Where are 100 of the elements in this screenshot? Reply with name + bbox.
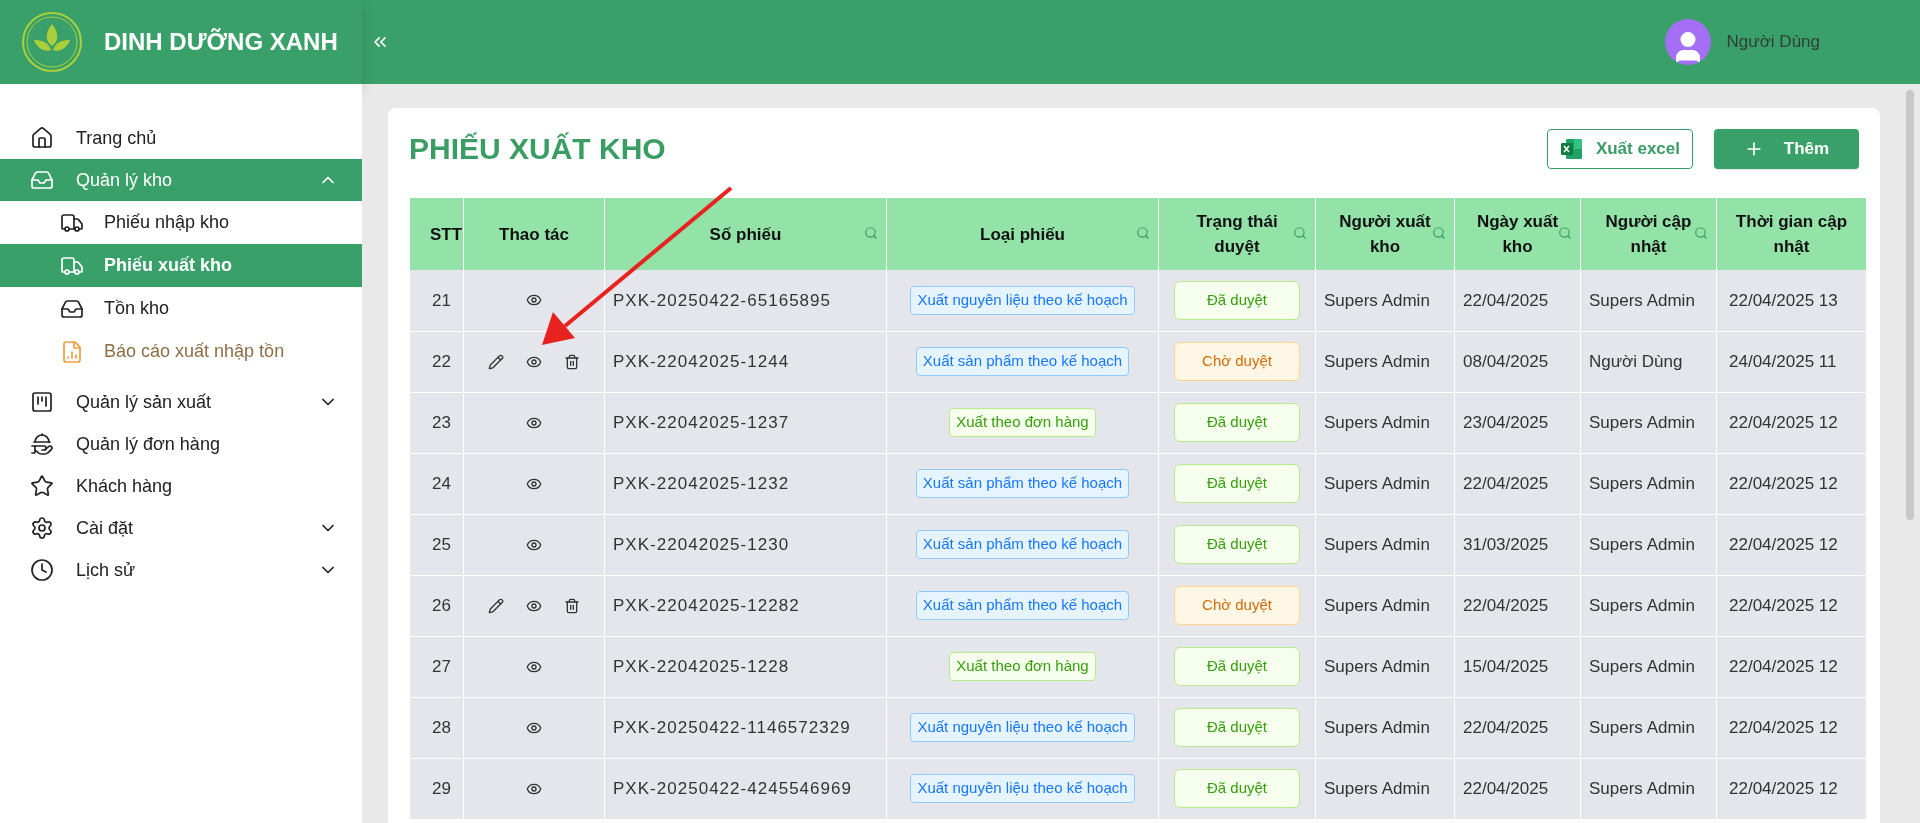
table-cell: 27 bbox=[409, 636, 464, 697]
table-cell: 22/04/2025 12 bbox=[1716, 697, 1867, 758]
status-tag: Đã duyệt bbox=[1174, 525, 1300, 564]
table-cell: 22/04/2025 12 bbox=[1716, 514, 1867, 575]
sidebar-item[interactable]: Quản lý đơn hàng bbox=[0, 423, 362, 465]
table-cell: 22/04/2025 12 bbox=[1716, 758, 1867, 819]
table-cell: 08/04/2025 bbox=[1454, 331, 1581, 392]
type-tag: Xuất nguyên liệu theo kế hoạch bbox=[910, 774, 1135, 803]
star-icon bbox=[30, 474, 54, 498]
settings-icon bbox=[30, 516, 54, 540]
status-tag: Đã duyệt bbox=[1174, 403, 1300, 442]
brand-name: DINH DƯỠNG XANH bbox=[104, 27, 338, 57]
type-tag: Xuất nguyên liệu theo kế hoạch bbox=[910, 713, 1135, 742]
type-tag: Xuất sản phẩm theo kế hoạch bbox=[915, 530, 1130, 559]
table-cell: Supers Admin bbox=[1580, 697, 1717, 758]
sidebar-subitem[interactable]: Tồn kho bbox=[0, 287, 362, 330]
table-cell: Supers Admin bbox=[1315, 270, 1455, 331]
sidebar-item[interactable]: Lịch sử bbox=[0, 549, 362, 591]
table-cell: 22/04/2025 bbox=[1454, 270, 1581, 331]
table-cell: PXK-20250422-1146572329 bbox=[604, 697, 887, 758]
sidebar-item[interactable]: Khách hàng bbox=[0, 465, 362, 507]
table-cell: 23/04/2025 bbox=[1454, 392, 1581, 453]
table-cell: Supers Admin bbox=[1315, 331, 1455, 392]
table-cell: 24/04/2025 11 bbox=[1716, 331, 1867, 392]
status-tag: Chờ duyệt bbox=[1174, 342, 1300, 381]
type-tag: Xuất sản phẩm theo kế hoạch bbox=[915, 469, 1130, 498]
sidebar-subitem[interactable]: Phiếu nhập kho bbox=[0, 201, 362, 244]
table-cell: Supers Admin bbox=[1580, 270, 1717, 331]
type-tag: Xuất theo đơn hàng bbox=[949, 652, 1096, 681]
table-cell: Supers Admin bbox=[1315, 392, 1455, 453]
table-cell: Supers Admin bbox=[1315, 575, 1455, 636]
table-cell: Supers Admin bbox=[1315, 758, 1455, 819]
type-tag: Xuất sản phẩm theo kế hoạch bbox=[915, 591, 1130, 620]
delete-icon[interactable] bbox=[564, 597, 580, 614]
edit-icon[interactable] bbox=[488, 597, 504, 614]
table-cell: 22/04/2025 bbox=[1454, 575, 1581, 636]
delete-icon[interactable] bbox=[564, 353, 580, 370]
user-avatar[interactable] bbox=[1664, 19, 1711, 65]
table-cell: 23 bbox=[409, 392, 464, 453]
type-tag: Xuất nguyên liệu theo kế hoạch bbox=[910, 286, 1135, 315]
table-cell: Supers Admin bbox=[1580, 514, 1717, 575]
type-tag: Xuất theo đơn hàng bbox=[949, 408, 1096, 437]
table-cell: Supers Admin bbox=[1580, 453, 1717, 514]
table-cell: Supers Admin bbox=[1315, 453, 1455, 514]
status-tag: Đã duyệt bbox=[1174, 647, 1300, 686]
table-cell: Supers Admin bbox=[1315, 514, 1455, 575]
table-cell: PXK-22042025-1237 bbox=[604, 392, 887, 453]
clock-icon bbox=[30, 558, 54, 582]
sidebar-subitem[interactable]: Báo cáo xuất nhập tồn bbox=[0, 330, 362, 373]
sidebar-item[interactable]: Cài đặt bbox=[0, 507, 362, 549]
table-cell: PXK-22042025-1244 bbox=[604, 331, 887, 392]
table-cell: 22/04/2025 13 bbox=[1716, 270, 1867, 331]
home-icon bbox=[30, 126, 54, 150]
table-cell: PXK-22042025-12282 bbox=[604, 575, 887, 636]
table-cell: Supers Admin bbox=[1580, 758, 1717, 819]
table-cell: PXK-22042025-1228 bbox=[604, 636, 887, 697]
table-cell: PXK-22042025-1232 bbox=[604, 453, 887, 514]
user-name: Người Dùng bbox=[1726, 31, 1820, 54]
chart-file-icon bbox=[60, 339, 84, 364]
status-tag: Chờ duyệt bbox=[1174, 586, 1300, 625]
sidebar-item[interactable]: Quản lý sản xuất bbox=[0, 381, 362, 423]
table-cell: Supers Admin bbox=[1580, 636, 1717, 697]
type-tag: Xuất sản phẩm theo kế hoạch bbox=[915, 347, 1130, 376]
table-cell: 21 bbox=[409, 270, 464, 331]
table-cell: Supers Admin bbox=[1315, 697, 1455, 758]
table-cell: 22/04/2025 12 bbox=[1716, 453, 1867, 514]
table-cell: 22 bbox=[409, 331, 464, 392]
table-cell: 22/04/2025 12 bbox=[1716, 575, 1867, 636]
status-tag: Đã duyệt bbox=[1174, 769, 1300, 808]
table-cell: Supers Admin bbox=[1315, 636, 1455, 697]
page-title: PHIẾU XUẤT KHO bbox=[409, 131, 666, 167]
scrollbar[interactable] bbox=[1906, 90, 1914, 520]
table-cell: 22/04/2025 bbox=[1454, 758, 1581, 819]
spreadsheet-icon bbox=[1559, 136, 1584, 161]
table-cell: PXK-20250422-65165895 bbox=[604, 270, 887, 331]
table-cell: Supers Admin bbox=[1580, 392, 1717, 453]
table-cell: 28 bbox=[409, 697, 464, 758]
status-tag: Đã duyệt bbox=[1174, 464, 1300, 503]
status-tag: Đã duyệt bbox=[1174, 281, 1300, 320]
table-cell: 25 bbox=[409, 514, 464, 575]
edit-icon[interactable] bbox=[488, 353, 504, 370]
status-tag: Đã duyệt bbox=[1174, 708, 1300, 747]
table-cell: 22/04/2025 bbox=[1454, 453, 1581, 514]
table-cell: 31/03/2025 bbox=[1454, 514, 1581, 575]
table-cell: 15/04/2025 bbox=[1454, 636, 1581, 697]
table-cell: PXK-20250422-4245546969 bbox=[604, 758, 887, 819]
kanban-icon bbox=[30, 390, 54, 414]
table-cell: 29 bbox=[409, 758, 464, 819]
sidebar-item[interactable]: Trang chủ bbox=[0, 117, 362, 159]
table-cell: 22/04/2025 bbox=[1454, 697, 1581, 758]
leaf-logo-icon bbox=[20, 10, 84, 74]
table-cell: Supers Admin bbox=[1580, 575, 1717, 636]
table-cell: PXK-22042025-1230 bbox=[604, 514, 887, 575]
table-cell: 22/04/2025 12 bbox=[1716, 636, 1867, 697]
table-cell: 24 bbox=[409, 453, 464, 514]
hand-platter-icon bbox=[30, 432, 54, 456]
table-cell: 26 bbox=[409, 575, 464, 636]
inbox-icon bbox=[30, 168, 54, 192]
table-cell: Người Dùng bbox=[1580, 331, 1717, 392]
table-cell: 22/04/2025 12 bbox=[1716, 392, 1867, 453]
